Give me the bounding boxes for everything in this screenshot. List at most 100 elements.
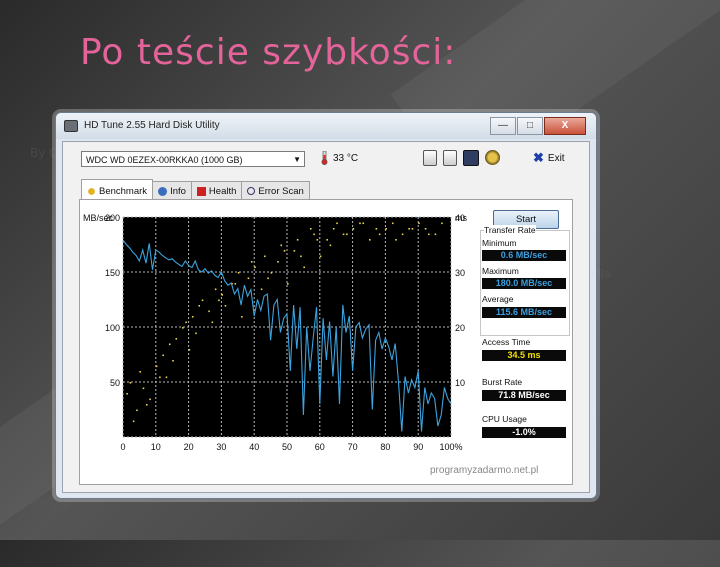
tab-error-scan[interactable]: Error Scan [241, 181, 310, 200]
tab-bar: Benchmark Info Health Error Scan [81, 179, 310, 201]
access-time-point [319, 255, 322, 258]
cpu-usage-value: -1.0% [482, 427, 566, 438]
options-icon[interactable] [485, 150, 500, 165]
x-tick-label: 20 [184, 442, 194, 452]
burst-rate-label: Burst Rate [482, 377, 523, 387]
copy-screenshot-icon[interactable] [443, 150, 457, 166]
drive-select-value: WDC WD 0EZEX-00RKKA0 (1000 GB) [86, 155, 243, 165]
access-time-label: Access Time [482, 337, 531, 347]
site-credit: programyzadarmo.net.pl [430, 465, 539, 476]
tab-label: Error Scan [258, 185, 304, 197]
access-time-point [283, 250, 286, 252]
access-time-point [165, 376, 168, 379]
x-tick-label: 30 [216, 442, 226, 452]
hdtune-window: HD Tune 2.55 Hard Disk Utility — □ X WDC… [55, 112, 597, 499]
burst-rate-value: 71.8 MB/sec [482, 390, 566, 401]
access-time-point [359, 222, 361, 225]
access-time-point [428, 233, 430, 236]
minimum-label: Minimum [482, 238, 517, 248]
tab-label: Benchmark [99, 185, 148, 197]
access-time-point [211, 321, 214, 324]
access-time-point [287, 283, 289, 285]
drive-select[interactable]: WDC WD 0EZEX-00RKKA0 (1000 GB) ▼ [81, 151, 305, 167]
access-time-point [277, 261, 279, 263]
access-time-point [214, 288, 217, 291]
access-time-point [254, 266, 256, 269]
access-time-point [342, 233, 345, 236]
x-tick-label: 10 [151, 442, 161, 452]
access-time-point [418, 222, 420, 225]
access-time-value: 34.5 ms [482, 350, 566, 361]
access-time-point [142, 387, 145, 390]
maximum-label: Maximum [482, 266, 519, 276]
access-time-point [145, 404, 148, 406]
minimize-button[interactable]: — [490, 117, 516, 135]
access-time-point [208, 310, 210, 313]
maximum-value: 180.0 MB/sec [482, 278, 566, 289]
y-tick-label-left: 100 [105, 323, 120, 333]
tab-health[interactable]: Health [190, 181, 243, 200]
access-time-point [267, 277, 269, 280]
access-time-point [296, 239, 299, 241]
exit-label: Exit [547, 152, 565, 164]
access-time-point [191, 316, 194, 318]
access-time-point [385, 228, 387, 230]
access-time-point [188, 349, 191, 351]
access-time-point [369, 239, 371, 241]
access-time-point [201, 299, 204, 302]
slide-title: Po teście szybkości: [80, 32, 457, 73]
x-tick-label: 60 [315, 442, 325, 452]
thermometer-icon [321, 151, 328, 165]
access-time-point [401, 233, 404, 236]
titlebar[interactable]: HD Tune 2.55 Hard Disk Utility — □ X [56, 113, 596, 139]
access-time-point [375, 228, 378, 230]
access-time-point [218, 299, 220, 302]
save-icon[interactable] [463, 150, 479, 166]
access-time-point [336, 222, 338, 225]
tab-label: Health [208, 185, 237, 197]
access-time-point [224, 305, 227, 307]
access-time-point [303, 266, 305, 269]
access-time-point [126, 393, 128, 395]
magnifier-icon [247, 187, 256, 195]
access-time-point [316, 239, 319, 241]
access-time-point [168, 343, 171, 346]
access-time-point [270, 272, 273, 274]
access-time-point [139, 371, 141, 373]
access-time-point [332, 228, 335, 230]
y-tick-label-right: 40 [455, 213, 465, 223]
transfer-rate-label: Transfer Rate [484, 225, 536, 235]
access-time-point [352, 228, 355, 230]
y-tick-label-left: 150 [105, 268, 120, 278]
x-tick-label: 80 [380, 442, 390, 452]
access-time-point [185, 321, 187, 324]
benchmark-pane: MB/sec ms 200 150 100 50 40 30 20 10 0 10 20 30 40 50 60… [79, 199, 573, 485]
access-time-point [378, 233, 381, 236]
access-time-point [241, 316, 243, 318]
access-time-point [264, 255, 266, 258]
access-time-point [346, 233, 348, 236]
maximize-button[interactable]: □ [517, 117, 543, 135]
access-time-point [237, 272, 240, 274]
tab-benchmark[interactable]: Benchmark [81, 179, 154, 201]
copy-text-icon[interactable] [423, 150, 437, 166]
temperature-readout: 33 °C [333, 153, 359, 164]
access-time-point [326, 239, 328, 241]
access-time-point [175, 338, 178, 340]
exit-button[interactable]: ✖ Exit [533, 150, 565, 166]
benchmark-chart: MB/sec ms20015010050403020100 10 20 30 40 50 60… [83, 213, 467, 452]
average-label: Average [482, 294, 514, 304]
access-time-point [391, 222, 394, 225]
x-tick-label: 50 [282, 442, 292, 452]
access-time-point [172, 360, 174, 362]
access-time-point [424, 228, 427, 230]
access-time-point [300, 255, 302, 258]
x-tick-label: 40 [249, 442, 259, 452]
access-time-point [132, 420, 135, 423]
y-tick-label-right: 20 [455, 323, 465, 333]
app-icon [64, 120, 78, 132]
y-tick-label-left: 200 [105, 213, 120, 223]
close-button[interactable]: X [544, 117, 586, 135]
x-tick-label: 70 [348, 442, 358, 452]
tab-info[interactable]: Info [152, 181, 192, 200]
